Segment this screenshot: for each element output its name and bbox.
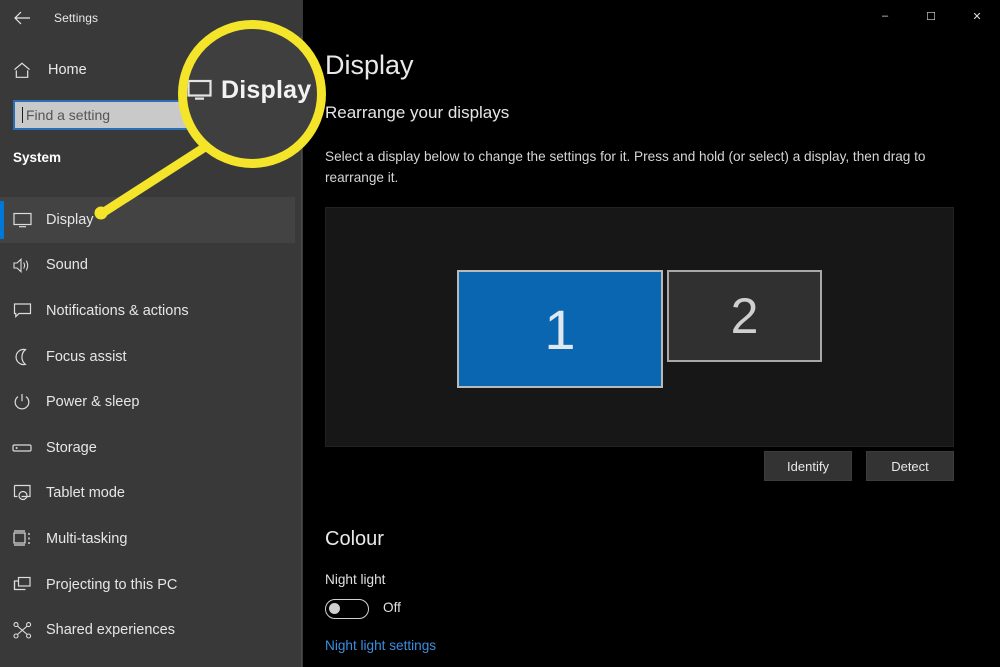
sidebar-nav: Display Sound Notifications & actions Fo… [0, 197, 295, 667]
sidebar-item-display[interactable]: Display [0, 197, 295, 243]
moon-icon [0, 348, 44, 366]
callout-content: Display [187, 29, 317, 159]
minimize-icon[interactable]: – [862, 0, 908, 32]
section-heading-rearrange: Rearrange your displays [325, 103, 510, 122]
detect-button[interactable]: Detect [866, 451, 954, 481]
section-heading-colour: Colour [325, 528, 384, 550]
sidebar-group-heading: System [13, 150, 62, 165]
close-icon[interactable]: ✕ [954, 0, 1000, 32]
sidebar-item-projecting[interactable]: Projecting to this PC [0, 562, 295, 608]
display-arrangement-panel[interactable]: 1 2 [325, 207, 954, 447]
sidebar-item-power-sleep[interactable]: Power & sleep [0, 379, 295, 425]
monitor-icon [0, 212, 44, 228]
project-icon [0, 576, 44, 593]
monitor-1-number: 1 [544, 297, 576, 361]
sidebar-item-power-sleep-label: Power & sleep [46, 394, 140, 411]
selection-indicator [0, 201, 4, 239]
tablet-icon [0, 484, 44, 502]
sidebar-item-tablet-mode[interactable]: Tablet mode [0, 471, 295, 517]
window-controls: – ☐ ✕ [862, 0, 1000, 32]
page-title: Display [325, 50, 414, 80]
sidebar-item-notifications-label: Notifications & actions [46, 302, 189, 319]
monitor-1[interactable]: 1 [457, 270, 663, 388]
sidebar-item-tablet-mode-label: Tablet mode [46, 485, 125, 502]
sidebar-item-focus-assist[interactable]: Focus assist [0, 334, 295, 380]
multitask-icon [0, 530, 44, 547]
main-content: – ☐ ✕ Display Rearrange your displays Se… [303, 0, 1000, 667]
back-arrow-icon[interactable] [0, 2, 44, 34]
toggle-knob [329, 603, 340, 614]
sidebar-item-notifications[interactable]: Notifications & actions [0, 288, 295, 334]
share-icon [0, 621, 44, 639]
night-light-state: Off [383, 600, 401, 615]
sidebar-item-partial[interactable] [0, 653, 295, 667]
sidebar-item-display-label: Display [46, 211, 94, 228]
notification-icon [0, 302, 44, 319]
sidebar-item-focus-assist-label: Focus assist [46, 348, 127, 365]
sidebar-item-storage-label: Storage [46, 439, 97, 456]
settings-window: Settings Home Find a setting System Disp… [0, 0, 1000, 667]
sidebar-item-multitasking-label: Multi-tasking [46, 530, 128, 547]
app-title: Settings [54, 11, 99, 25]
sidebar-item-sound[interactable]: Sound [0, 243, 295, 289]
sidebar-item-multitasking[interactable]: Multi-tasking [0, 516, 295, 562]
home-icon [0, 62, 44, 79]
power-icon [0, 393, 44, 411]
callout-label: Display [221, 76, 312, 104]
sidebar-item-sound-label: Sound [46, 257, 88, 274]
search-placeholder: Find a setting [26, 107, 111, 123]
display-actions: Identify Detect [325, 451, 954, 481]
night-light-toggle[interactable] [325, 599, 369, 619]
monitor-icon [187, 79, 213, 106]
identify-button[interactable]: Identify [764, 451, 852, 481]
sidebar-item-projecting-label: Projecting to this PC [46, 576, 178, 593]
sidebar-item-storage[interactable]: Storage [0, 425, 295, 471]
monitor-2-number: 2 [730, 288, 759, 344]
monitor-2[interactable]: 2 [667, 270, 822, 362]
speaker-icon [0, 257, 44, 274]
text-caret [22, 107, 23, 123]
night-light-settings-link[interactable]: Night light settings [325, 638, 436, 653]
sidebar-item-shared-experiences[interactable]: Shared experiences [0, 607, 295, 653]
storage-icon [0, 442, 44, 454]
sidebar-item-home-label: Home [48, 62, 87, 78]
sidebar-item-shared-experiences-label: Shared experiences [46, 622, 175, 639]
callout-magnifier: Display [178, 20, 326, 168]
section-description: Select a display below to change the set… [325, 149, 926, 186]
maximize-icon[interactable]: ☐ [908, 0, 954, 32]
night-light-label: Night light [325, 572, 386, 587]
